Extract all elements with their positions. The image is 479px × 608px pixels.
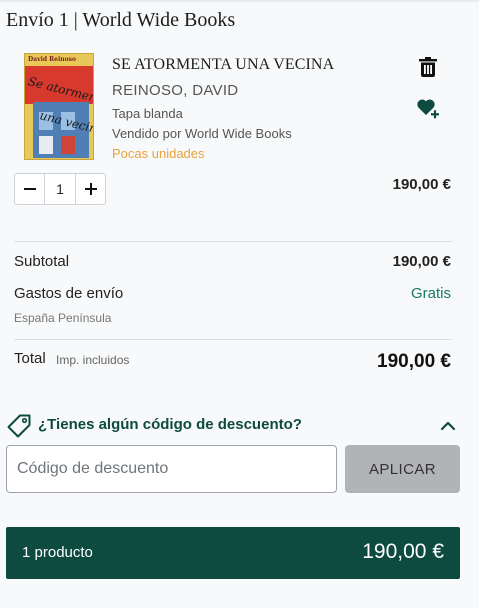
book-format: Tapa blanda — [112, 106, 183, 121]
cover-window — [61, 136, 75, 154]
tax-note: Imp. incluidos — [56, 353, 130, 367]
decrease-quantity-button[interactable] — [15, 174, 45, 204]
total-label: Total — [14, 350, 46, 367]
top-edge — [0, 0, 479, 2]
stock-status: Pocas unidades — [112, 146, 205, 161]
quantity-stepper: 1 — [14, 173, 106, 205]
quantity-value[interactable]: 1 — [45, 174, 75, 204]
subtotal-value: 190,00 € — [392, 253, 451, 270]
discount-toggle[interactable]: ¿Tienes algún código de descuento? — [38, 416, 302, 433]
book-cover[interactable]: David Reinoso Se atormenta una vecina — [24, 53, 94, 160]
increase-quantity-button[interactable] — [75, 174, 105, 204]
plus-icon — [84, 183, 97, 195]
cover-author: David Reinoso — [28, 56, 76, 63]
book-title[interactable]: SE ATORMENTA UNA VECINA — [112, 56, 334, 74]
apply-discount-button[interactable]: APLICAR — [345, 445, 460, 493]
shipping-label: Gastos de envío — [14, 285, 124, 302]
total-value: 190,00 € — [377, 351, 451, 372]
order-summary-bar[interactable]: 1 producto 190,00 € — [6, 527, 460, 579]
summary-total: 190,00 € — [362, 540, 444, 563]
product-count: 1 producto — [22, 544, 93, 561]
item-price: 190,00 € — [392, 176, 451, 193]
discount-code-input[interactable] — [6, 445, 337, 493]
shipping-region: España Península — [14, 311, 112, 325]
divider — [14, 241, 452, 242]
cover-window — [39, 136, 53, 154]
tag-icon — [7, 414, 31, 438]
heart-plus-icon — [417, 99, 439, 119]
shipment-title: Envío 1 | World Wide Books — [6, 9, 236, 31]
add-to-wishlist-button[interactable] — [415, 95, 441, 121]
shipping-value: Gratis — [410, 285, 451, 302]
subtotal-label: Subtotal — [14, 253, 70, 270]
book-author[interactable]: REINOSO, DAVID — [112, 82, 238, 99]
chevron-up-icon[interactable] — [440, 419, 456, 433]
minus-icon — [23, 188, 36, 190]
divider — [14, 339, 452, 340]
trash-icon — [419, 57, 437, 77]
delete-item-button[interactable] — [416, 55, 440, 79]
book-seller: Vendido por World Wide Books — [112, 126, 292, 141]
